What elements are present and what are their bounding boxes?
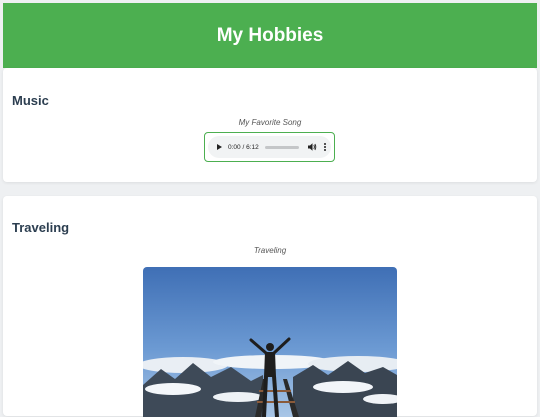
travel-caption: Traveling xyxy=(253,246,287,255)
audio-time: 0:00 / 6:12 xyxy=(228,143,259,151)
page: My Hobbies Music My Favorite Song 0:00 /… xyxy=(3,3,537,417)
audio-controls[interactable]: 0:00 / 6:12 xyxy=(208,136,331,158)
play-icon[interactable] xyxy=(217,144,222,150)
travel-heading: Traveling xyxy=(12,220,70,235)
audio-player[interactable]: 0:00 / 6:12 xyxy=(204,132,335,162)
audio-seek-bar[interactable] xyxy=(264,145,299,149)
page-title: My Hobbies xyxy=(216,24,324,46)
travel-section: Traveling Traveling xyxy=(3,196,537,417)
site-header: My Hobbies xyxy=(3,3,537,68)
song-caption: My Favorite Song xyxy=(238,118,302,127)
volume-icon[interactable] xyxy=(307,143,317,151)
more-options-icon[interactable] xyxy=(323,143,326,151)
travel-photo xyxy=(143,267,397,417)
music-heading: Music xyxy=(12,93,49,108)
music-section: Music My Favorite Song 0:00 / 6:12 xyxy=(3,68,537,182)
